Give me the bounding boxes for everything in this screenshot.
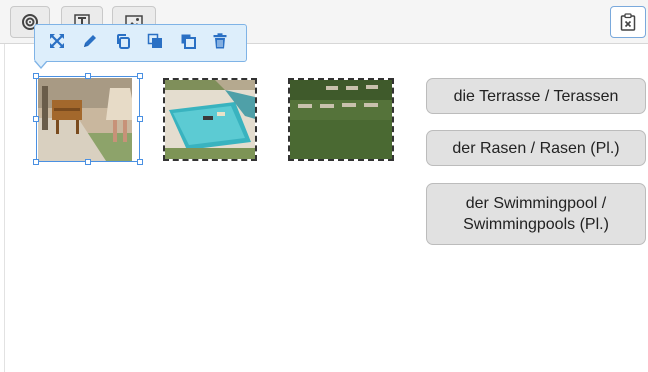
expand-button[interactable] xyxy=(49,24,82,62)
send-backward-button[interactable] xyxy=(180,24,213,62)
terrace-image[interactable] xyxy=(38,78,132,161)
popup-pointer-fill xyxy=(35,60,47,67)
resize-handle[interactable] xyxy=(33,73,39,79)
expand-icon xyxy=(49,33,65,54)
copy-icon xyxy=(115,33,131,54)
resize-handle[interactable] xyxy=(137,116,143,122)
answer-chip[interactable]: der Swimmingpool / Swimmingpools (Pl.) xyxy=(426,183,646,245)
clipboard-x-icon xyxy=(620,13,636,31)
resize-handle[interactable] xyxy=(33,116,39,122)
bring-forward-icon xyxy=(147,33,163,54)
edit-button[interactable] xyxy=(82,24,115,62)
answer-chip-label: die Terrasse / Terassen xyxy=(453,87,619,105)
clipboard-button[interactable] xyxy=(610,6,646,38)
pool-image[interactable] xyxy=(163,78,257,161)
element-popup-toolbar xyxy=(34,24,247,62)
bring-forward-button[interactable] xyxy=(147,24,180,62)
send-backward-icon xyxy=(180,33,197,54)
duplicate-button[interactable] xyxy=(115,24,148,62)
pencil-icon xyxy=(82,33,98,54)
resize-handle[interactable] xyxy=(85,73,91,79)
resize-handle[interactable] xyxy=(33,159,39,165)
delete-button[interactable] xyxy=(213,24,246,62)
resize-handle[interactable] xyxy=(85,159,91,165)
answer-chip-label: der Swimmingpool / Swimmingpools (Pl.) xyxy=(463,195,609,233)
answer-chip-label: der Rasen / Rasen (Pl.) xyxy=(452,139,620,157)
answer-chip[interactable]: die Terrasse / Terassen xyxy=(426,78,646,114)
resize-handle[interactable] xyxy=(137,159,143,165)
trash-icon xyxy=(213,32,227,54)
lawn-image[interactable] xyxy=(288,78,394,161)
resize-handle[interactable] xyxy=(137,73,143,79)
canvas-border xyxy=(4,44,5,372)
answer-chip[interactable]: der Rasen / Rasen (Pl.) xyxy=(426,130,646,166)
